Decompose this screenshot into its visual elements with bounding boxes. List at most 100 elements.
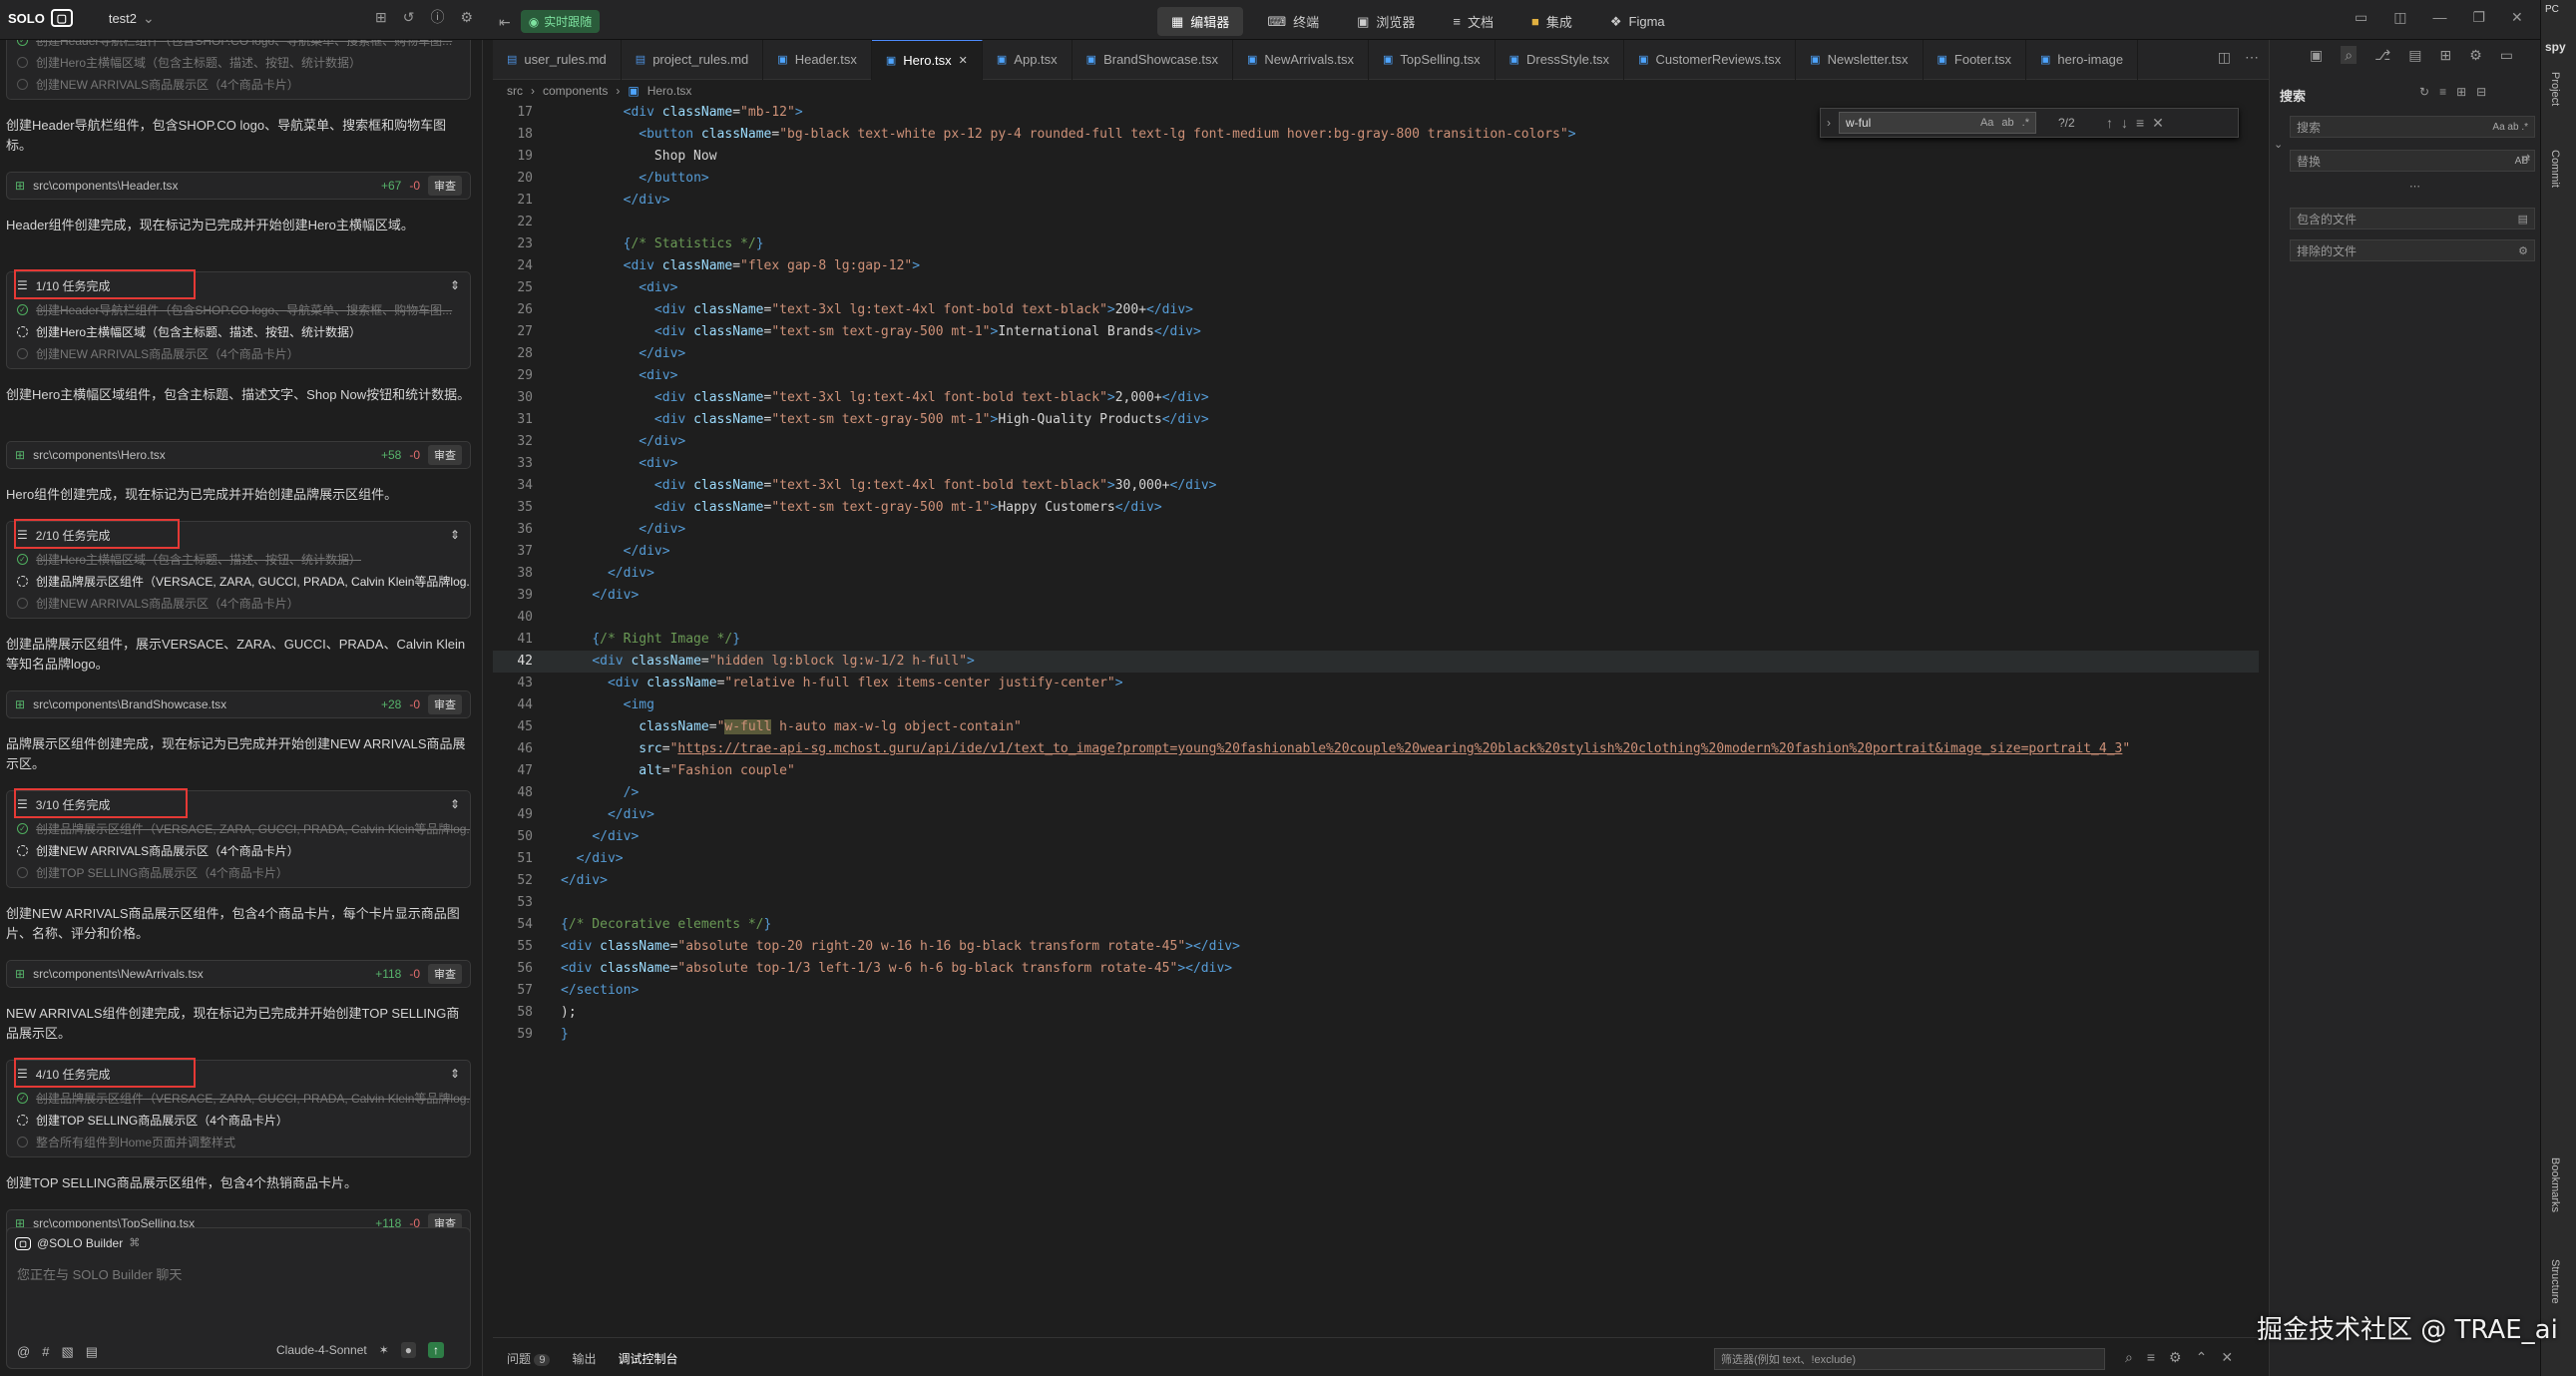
- debug-icon[interactable]: ⚙: [2469, 46, 2482, 64]
- code-line[interactable]: 53: [493, 892, 2259, 914]
- find-input[interactable]: w-ful Aa ab .*: [1839, 112, 2036, 134]
- settings-icon[interactable]: ⚙: [460, 10, 473, 24]
- voice-icon[interactable]: ●: [400, 1342, 417, 1358]
- editor-tab[interactable]: ▣ Footer.tsx: [1924, 39, 2026, 80]
- debug-filter-input[interactable]: 筛选器(例如 text、!exclude): [1714, 1348, 2105, 1370]
- minimize-icon[interactable]: —: [2432, 10, 2446, 24]
- expand-icon[interactable]: ⇕: [450, 1067, 460, 1081]
- code-line[interactable]: 43 <div className="relative h-full flex …: [493, 673, 2259, 694]
- tab-debug-console[interactable]: 调试控制台: [619, 1350, 678, 1367]
- code-line[interactable]: 50 </div>: [493, 826, 2259, 848]
- code-line[interactable]: 30 <div className="text-3xl lg:text-4xl …: [493, 387, 2259, 409]
- code-line[interactable]: 35 <div className="text-sm text-gray-500…: [493, 497, 2259, 519]
- tab-problems[interactable]: 问题 9: [507, 1350, 551, 1367]
- file-path[interactable]: src\components\BrandShowcase.tsx: [33, 697, 373, 711]
- code-line[interactable]: 45 className="w-full h-auto max-w-lg obj…: [493, 716, 2259, 738]
- code-line[interactable]: 31 <div className="text-sm text-gray-500…: [493, 409, 2259, 431]
- code-line[interactable]: 25 <div>: [493, 277, 2259, 299]
- split-icon[interactable]: ◫: [2393, 10, 2406, 24]
- breadcrumb-components[interactable]: components: [543, 84, 608, 98]
- code-line[interactable]: 26 <div className="text-3xl lg:text-4xl …: [493, 299, 2259, 321]
- file-change-card[interactable]: ⊞ src\components\NewArrivals.tsx +118 -0 审查: [6, 960, 471, 988]
- tab-integrations[interactable]: ■ 集成: [1517, 7, 1586, 36]
- sidebar-bookmarks[interactable]: Bookmarks: [2549, 1157, 2561, 1212]
- editor-tab[interactable]: ▣ Newsletter.tsx: [1796, 39, 1924, 80]
- file-path[interactable]: src\components\NewArrivals.tsx: [33, 967, 367, 981]
- tab-browser[interactable]: ▣ 浏览器: [1343, 7, 1429, 36]
- whole-word-icon[interactable]: ab: [2001, 117, 2013, 129]
- next-match-icon[interactable]: ↓: [2121, 116, 2128, 130]
- code-line[interactable]: 28 </div>: [493, 343, 2259, 365]
- history-icon[interactable]: ↺: [403, 10, 415, 24]
- editor-tab[interactable]: ▣ TopSelling.tsx: [1369, 39, 1496, 80]
- previous-match-icon[interactable]: ↑: [2106, 116, 2113, 130]
- expand-icon[interactable]: ⇕: [450, 797, 460, 811]
- context-icon[interactable]: ▤: [86, 1344, 98, 1360]
- review-button[interactable]: 审查: [428, 176, 462, 196]
- layout-icon[interactable]: ▭: [2355, 10, 2367, 24]
- editor-tab[interactable]: ▣ App.tsx: [983, 39, 1073, 80]
- auto-icon[interactable]: ✶: [379, 1343, 389, 1357]
- search-icon[interactable]: ⌕: [2341, 46, 2358, 64]
- file-change-card[interactable]: ⊞ src\components\BrandShowcase.tsx +28 -0 审查: [6, 690, 471, 718]
- source-control-icon[interactable]: ⎇: [2374, 46, 2390, 64]
- hash-icon[interactable]: #: [42, 1344, 49, 1360]
- file-change-card[interactable]: ⊞ src\components\Hero.tsx +58 -0 审查: [6, 441, 471, 469]
- notifications-icon[interactable]: ▣: [2310, 46, 2323, 64]
- code-line[interactable]: 56 <div className="absolute top-1/3 left-…: [493, 958, 2259, 980]
- code-line[interactable]: 46 src="https://trae-api-sg.mchost.guru/…: [493, 738, 2259, 760]
- replace-field[interactable]: 替换 AB: [2290, 150, 2535, 172]
- code-line[interactable]: 27 <div className="text-sm text-gray-500…: [493, 321, 2259, 343]
- editor-tab[interactable]: ▤ project_rules.md: [622, 39, 764, 80]
- code-line[interactable]: 48 />: [493, 782, 2259, 804]
- toggle-details-icon[interactable]: ⋯: [2409, 182, 2420, 193]
- chevron-down-icon[interactable]: ⌄: [2274, 140, 2283, 151]
- editor-tab[interactable]: ▣ CustomerReviews.tsx: [1624, 39, 1797, 80]
- more-icon[interactable]: ⋯: [2245, 50, 2259, 64]
- code-line[interactable]: 58);: [493, 1002, 2259, 1024]
- close-icon[interactable]: ✕: [2221, 1350, 2233, 1364]
- code-line[interactable]: 24 <div className="flex gap-8 lg:gap-12"…: [493, 255, 2259, 277]
- find-in-selection-icon[interactable]: ≡: [2136, 116, 2144, 130]
- tab-output[interactable]: 输出: [572, 1350, 596, 1367]
- help-icon[interactable]: ⓘ: [430, 10, 444, 24]
- sidebar-commit[interactable]: Commit: [2549, 150, 2561, 188]
- collapse-all-icon[interactable]: ⊟: [2476, 86, 2486, 98]
- breadcrumb-src[interactable]: src: [507, 84, 523, 98]
- code-line[interactable]: 51 </div>: [493, 848, 2259, 870]
- code-line[interactable]: 19 Shop Now: [493, 146, 2259, 168]
- code-line[interactable]: 49 </div>: [493, 804, 2259, 826]
- code-line[interactable]: 22: [493, 212, 2259, 233]
- code-line[interactable]: 37 </div>: [493, 541, 2259, 563]
- split-editor-icon[interactable]: ◫: [2218, 50, 2231, 64]
- code-line[interactable]: 20 </button>: [493, 168, 2259, 190]
- editor-tab[interactable]: ▤ user_rules.md: [493, 39, 622, 80]
- file-path[interactable]: src\components\Hero.tsx: [33, 448, 373, 462]
- model-selector[interactable]: Claude-4-Sonnet: [276, 1343, 367, 1357]
- replace-all-icon[interactable]: ⇄: [2521, 154, 2530, 165]
- code-line[interactable]: 41 {/* Right Image */}: [493, 629, 2259, 651]
- expand-icon[interactable]: ⇕: [450, 528, 460, 542]
- search-icon[interactable]: ⌕: [2125, 1350, 2133, 1364]
- close-icon[interactable]: ✕: [2511, 10, 2523, 24]
- tab-terminal[interactable]: ⌨ 终端: [1253, 7, 1333, 36]
- maximize-icon[interactable]: ❐: [2472, 10, 2485, 24]
- sidebar-structure[interactable]: Structure: [2549, 1259, 2561, 1304]
- code-line[interactable]: 33 <div>: [493, 453, 2259, 475]
- extensions-icon[interactable]: ⊞: [2439, 46, 2451, 64]
- book-icon[interactable]: ▤: [2518, 213, 2528, 226]
- editor-tab[interactable]: ▣ DressStyle.tsx: [1496, 39, 1625, 80]
- settings-toggle-icon[interactable]: ⚙: [2518, 244, 2528, 257]
- collapse-panel-icon[interactable]: ⇤: [499, 15, 511, 29]
- code-line[interactable]: 38 </div>: [493, 563, 2259, 585]
- settings-icon[interactable]: ⚙: [2169, 1350, 2182, 1364]
- review-button[interactable]: 审查: [428, 694, 462, 714]
- code-line[interactable]: 59}: [493, 1024, 2259, 1046]
- regex-icon[interactable]: .*: [2022, 117, 2029, 129]
- code-line[interactable]: 21 </div>: [493, 190, 2259, 212]
- chevron-right-icon[interactable]: ›: [1827, 117, 1831, 129]
- sidebar-project[interactable]: Project: [2549, 72, 2561, 106]
- project-selector[interactable]: test2: [109, 11, 137, 26]
- solo-mode-icon[interactable]: ▢: [50, 9, 73, 27]
- code-line[interactable]: 44 <img: [493, 694, 2259, 716]
